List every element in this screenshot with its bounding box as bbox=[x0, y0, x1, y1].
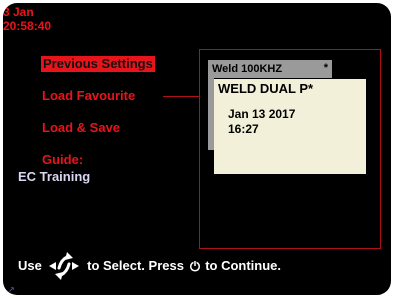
guide-value: EC Training bbox=[18, 169, 91, 184]
menu-item-load-and-save[interactable]: Load & Save bbox=[42, 120, 120, 136]
corner-mark-icon: ↗ bbox=[8, 285, 15, 294]
menu-item-guide[interactable]: Guide: bbox=[42, 152, 83, 168]
date-text: 3 Jan bbox=[3, 5, 34, 19]
favourite-card-date: Jan 13 2017 bbox=[228, 107, 296, 121]
favourite-card-back[interactable]: Weld 100KHZ * bbox=[208, 60, 332, 78]
favourite-card-name: WELD DUAL P* bbox=[218, 81, 314, 96]
screen: 3 Jan 20:58:40 Previous Settings Load Fa… bbox=[3, 3, 391, 295]
footer-middle: to Select. Press bbox=[87, 257, 184, 273]
favourite-card-back-name: Weld 100KHZ bbox=[212, 63, 283, 75]
datetime: 3 Jan 20:58:40 bbox=[3, 5, 51, 33]
time-text: 20:58:40 bbox=[3, 19, 52, 33]
favourite-card-back-marker: * bbox=[323, 62, 328, 74]
connector-line bbox=[163, 96, 200, 97]
footer-instructions: Use to Select. Press to Continue. bbox=[18, 250, 281, 280]
menu-item-load-favourite[interactable]: Load Favourite bbox=[42, 88, 135, 104]
favourite-card-time: 16:27 bbox=[228, 122, 259, 136]
power-icon bbox=[189, 260, 200, 272]
menu-item-previous-settings[interactable]: Previous Settings bbox=[41, 56, 155, 72]
favourite-card-front[interactable]: WELD DUAL P* Jan 13 2017 16:27 bbox=[214, 79, 366, 174]
footer-prefix: Use bbox=[18, 257, 42, 273]
four-way-arrows-icon bbox=[49, 251, 80, 280]
footer-suffix: to Continue. bbox=[205, 257, 282, 273]
